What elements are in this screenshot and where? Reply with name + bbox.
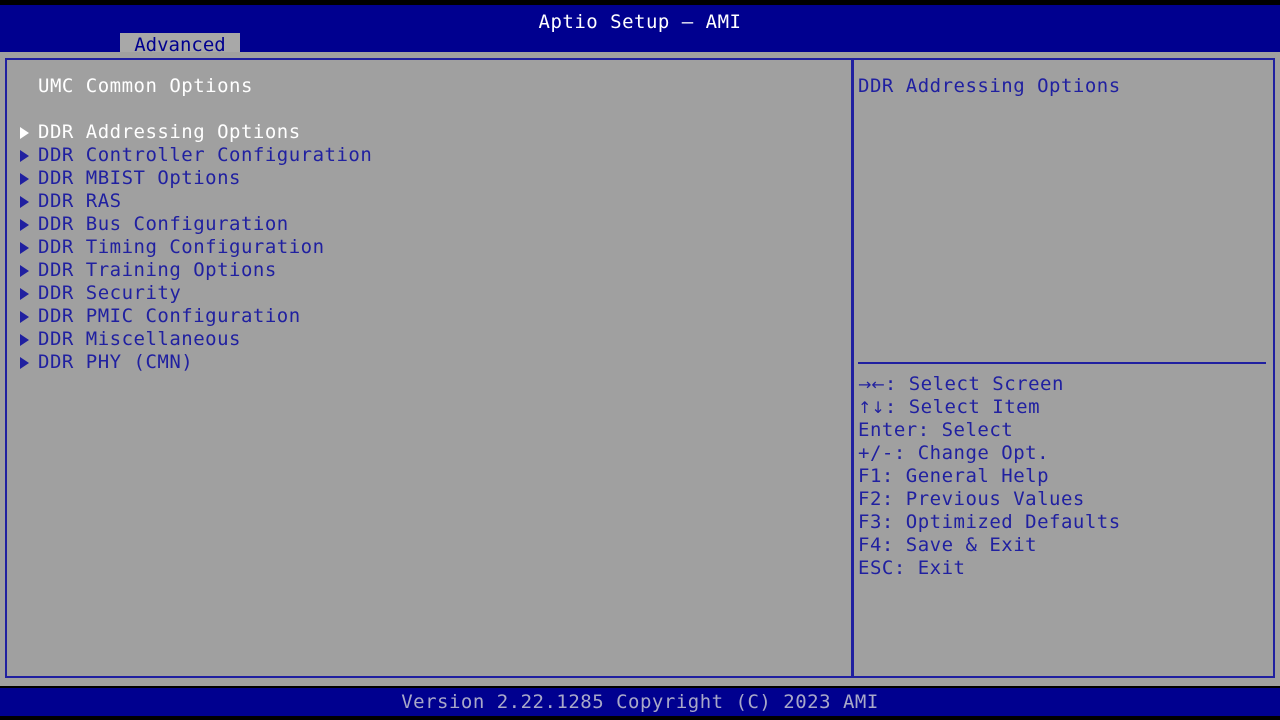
key-legend-text: F4: Save & Exit: [858, 534, 1038, 556]
key-legend-text: F3: Optimized Defaults: [858, 511, 1121, 533]
menu-item-7[interactable]: DDR Security: [8, 282, 850, 305]
menu-item-5[interactable]: DDR Timing Configuration: [8, 236, 850, 259]
menu-list: DDR Addressing Options DDR Controller Con…: [8, 121, 850, 374]
menu-item-label: DDR PHY (CMN): [38, 351, 194, 373]
triangle-right-icon: [20, 242, 29, 254]
help-separator: [858, 362, 1266, 364]
menu-item-label: DDR RAS: [38, 190, 122, 212]
triangle-right-icon: [20, 150, 29, 162]
menu-item-label: DDR Addressing Options: [38, 121, 301, 143]
triangle-right-icon: [20, 357, 29, 369]
key-legend-text: : Select Item: [884, 396, 1041, 418]
footer-bar: Version 2.22.1285 Copyright (C) 2023 AMI: [0, 688, 1280, 716]
key-legend-text: Enter: Select: [858, 419, 1014, 441]
key-legend-row-5: F2: Previous Values: [858, 488, 1268, 511]
triangle-right-icon: [20, 265, 29, 277]
triangle-right-icon: [20, 311, 29, 323]
menu-item-2[interactable]: DDR MBIST Options: [8, 167, 850, 190]
arrow-keys-icon: ↑↓: [858, 398, 885, 417]
help-title: DDR Addressing Options: [858, 75, 1121, 97]
menu-item-9[interactable]: DDR Miscellaneous: [8, 328, 850, 351]
menu-item-label: DDR MBIST Options: [38, 167, 241, 189]
menu-item-3[interactable]: DDR RAS: [8, 190, 850, 213]
menu-item-label: DDR PMIC Configuration: [38, 305, 301, 327]
menu-item-label: DDR Miscellaneous: [38, 328, 241, 350]
menu-item-0[interactable]: DDR Addressing Options: [8, 121, 850, 144]
triangle-right-icon: [20, 334, 29, 346]
key-legend-text: F1: General Help: [858, 465, 1050, 487]
bottom-black-strip: [0, 716, 1280, 720]
menu-item-1[interactable]: DDR Controller Configuration: [8, 144, 850, 167]
menu-item-label: DDR Bus Configuration: [38, 213, 289, 235]
right-help-pane: DDR Addressing Options →←: Select Screen…: [856, 61, 1272, 675]
triangle-right-icon: [20, 288, 29, 300]
left-menu-pane: UMC Common Options DDR Addressing Option…: [8, 61, 850, 675]
triangle-right-icon: [20, 173, 29, 185]
menu-item-label: DDR Controller Configuration: [38, 144, 373, 166]
bios-setup-screen: Aptio Setup – AMI Advanced UMC Common Op…: [0, 0, 1280, 720]
triangle-right-icon: [20, 196, 29, 208]
section-title: UMC Common Options: [38, 75, 253, 97]
panel-divider: [851, 58, 854, 678]
key-legend-text: ESC: Exit: [858, 557, 966, 579]
key-legend-text: : Select Screen: [884, 373, 1064, 395]
key-legend-text: +/-: Change Opt.: [858, 442, 1050, 464]
key-legend-row-1: ↑↓: Select Item: [858, 396, 1268, 419]
arrow-keys-icon: →←: [858, 375, 885, 394]
menu-item-6[interactable]: DDR Training Options: [8, 259, 850, 282]
header-bar: Aptio Setup – AMI Advanced: [0, 5, 1280, 57]
app-title: Aptio Setup – AMI: [538, 11, 742, 33]
key-legend-row-3: +/-: Change Opt.: [858, 442, 1268, 465]
key-legend-row-8: ESC: Exit: [858, 557, 1268, 580]
triangle-right-icon: [20, 219, 29, 231]
menu-item-label: DDR Security: [38, 282, 182, 304]
menu-item-10[interactable]: DDR PHY (CMN): [8, 351, 850, 374]
menu-item-8[interactable]: DDR PMIC Configuration: [8, 305, 850, 328]
menu-item-label: DDR Timing Configuration: [38, 236, 325, 258]
key-legend-row-7: F4: Save & Exit: [858, 534, 1268, 557]
key-legend-text: F2: Previous Values: [858, 488, 1085, 510]
menu-item-4[interactable]: DDR Bus Configuration: [8, 213, 850, 236]
version-text: Version 2.22.1285 Copyright (C) 2023 AMI: [401, 691, 879, 713]
key-legend-row-2: Enter: Select: [858, 419, 1268, 442]
key-legend-row-4: F1: General Help: [858, 465, 1268, 488]
triangle-right-icon: [20, 127, 29, 139]
key-legend-row-0: →←: Select Screen: [858, 373, 1268, 396]
key-legend-list: →←: Select Screen ↑↓: Select Item Enter: S…: [858, 373, 1268, 580]
menu-item-label: DDR Training Options: [38, 259, 277, 281]
key-legend-row-6: F3: Optimized Defaults: [858, 511, 1268, 534]
